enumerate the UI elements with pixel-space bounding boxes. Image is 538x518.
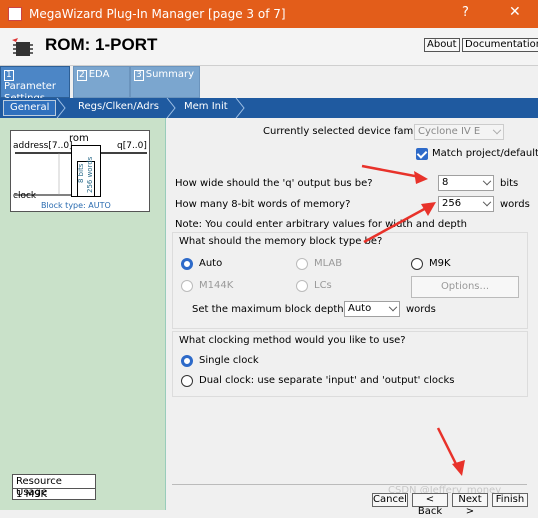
- max-depth-unit: words: [406, 304, 436, 315]
- match-project-checkbox[interactable]: [416, 148, 428, 160]
- single-clock-label: Single clock: [199, 355, 259, 366]
- about-button[interactable]: About: [424, 38, 460, 52]
- chevron-right-icon: [235, 98, 245, 118]
- block-type-group: What should the memory block type be? Au…: [172, 232, 528, 329]
- cancel-button[interactable]: Cancel: [372, 493, 408, 507]
- subnav-mem-init[interactable]: Mem Init: [184, 101, 228, 112]
- dual-clock-radio[interactable]: [181, 375, 193, 387]
- tab-number: 3: [134, 70, 144, 81]
- device-family-value: Cyclone IV E: [418, 126, 481, 137]
- tab-eda[interactable]: 2 EDA: [73, 66, 130, 98]
- symbol-block-type: Block type: AUTO: [41, 201, 111, 210]
- app-icon: [8, 7, 22, 21]
- page-title: ROM: 1-PORT: [45, 35, 158, 54]
- wizard-tabs: 1Parameter Settings 2EDA 3Summary: [0, 66, 538, 104]
- rom-icon: [12, 38, 33, 56]
- symbol-words: 256 words: [86, 156, 94, 193]
- help-button[interactable]: ?: [462, 5, 469, 20]
- symbol-bits: 8 bits: [77, 163, 85, 183]
- width-question: How wide should the 'q' output bus be?: [175, 178, 373, 189]
- clocking-question: What clocking method would you like to u…: [179, 335, 406, 346]
- symbol-panel: rom address[7..0] q[7..0] 8 bits 256 wor…: [0, 118, 166, 510]
- words-select[interactable]: 256: [438, 196, 494, 212]
- width-depth-note: Note: You could enter arbitrary values f…: [175, 219, 467, 230]
- options-button: Options...: [411, 276, 519, 298]
- clocking-group: What clocking method would you like to u…: [172, 331, 528, 397]
- documentation-button[interactable]: Documentation: [462, 38, 538, 52]
- width-value: 8: [442, 177, 449, 188]
- block-type-lcs-label: LCs: [314, 280, 332, 291]
- device-family-label: Currently selected device family:: [263, 126, 428, 137]
- symbol-q-port: q[7..0]: [117, 141, 147, 151]
- max-depth-value: Auto: [348, 303, 372, 314]
- dual-clock-label: Dual clock: use separate 'input' and 'ou…: [199, 375, 455, 386]
- block-type-m9k-radio[interactable]: [411, 258, 423, 270]
- tab-label: EDA: [88, 69, 110, 80]
- max-depth-select[interactable]: Auto: [344, 301, 400, 317]
- words-question: How many 8-bit words of memory?: [175, 199, 351, 210]
- chevron-down-icon: [388, 302, 398, 312]
- title-bar: MegaWizard Plug-In Manager [page 3 of 7]…: [0, 0, 538, 28]
- block-type-auto-label: Auto: [199, 258, 223, 269]
- block-type-m9k-label: M9K: [429, 258, 451, 269]
- chevron-down-icon: [492, 125, 502, 135]
- chevron-down-icon: [482, 176, 492, 186]
- symbol-clock-port: clock: [13, 191, 37, 201]
- block-type-mlab-label: MLAB: [314, 258, 343, 269]
- block-type-mlab-radio: [296, 258, 308, 270]
- tab-number: 1: [4, 70, 14, 81]
- tab-summary[interactable]: 3 Summary: [130, 66, 200, 98]
- tab-parameter-settings[interactable]: 1Parameter Settings: [0, 66, 70, 104]
- finish-button[interactable]: Finish: [492, 493, 528, 507]
- window-title: MegaWizard Plug-In Manager [page 3 of 7]: [29, 7, 286, 21]
- chevron-right-icon: [56, 98, 66, 118]
- subnav-general[interactable]: General: [3, 100, 57, 116]
- block-type-m144k-radio: [181, 280, 193, 292]
- page-header: ROM: 1-PORT About Documentation: [0, 28, 538, 66]
- subnav-regs-clken-adrs[interactable]: Regs/Clken/Adrs: [78, 101, 159, 112]
- resource-usage: Resource Usage 1 M9K: [12, 474, 96, 500]
- words-unit: words: [500, 199, 530, 210]
- symbol-address-port: address[7..0]: [13, 141, 73, 151]
- width-select[interactable]: 8: [438, 175, 494, 191]
- match-project-label: Match project/default: [432, 148, 538, 159]
- tab-label: Summary: [145, 69, 195, 80]
- block-type-lcs-radio: [296, 280, 308, 292]
- sub-navigation: General Regs/Clken/Adrs Mem Init: [0, 98, 538, 118]
- tab-number: 2: [77, 70, 87, 81]
- rom-symbol: rom address[7..0] q[7..0] 8 bits 256 wor…: [10, 130, 150, 212]
- width-unit: bits: [500, 178, 519, 189]
- block-type-m144k-label: M144K: [199, 280, 234, 291]
- chevron-right-icon: [166, 98, 176, 118]
- block-type-auto-radio[interactable]: [181, 258, 193, 270]
- max-depth-label: Set the maximum block depth to: [192, 304, 357, 315]
- back-button[interactable]: < Back: [412, 493, 448, 517]
- single-clock-radio[interactable]: [181, 355, 193, 367]
- resource-usage-value: 1 M9K: [13, 488, 95, 500]
- words-value: 256: [442, 198, 462, 209]
- device-family-select: Cyclone IV E: [414, 124, 504, 140]
- next-button[interactable]: Next >: [452, 493, 488, 517]
- block-type-question: What should the memory block type be?: [179, 236, 383, 247]
- chevron-down-icon: [482, 197, 492, 207]
- settings-form: Currently selected device family: Cyclon…: [167, 118, 538, 517]
- close-button[interactable]: ✕: [509, 4, 521, 20]
